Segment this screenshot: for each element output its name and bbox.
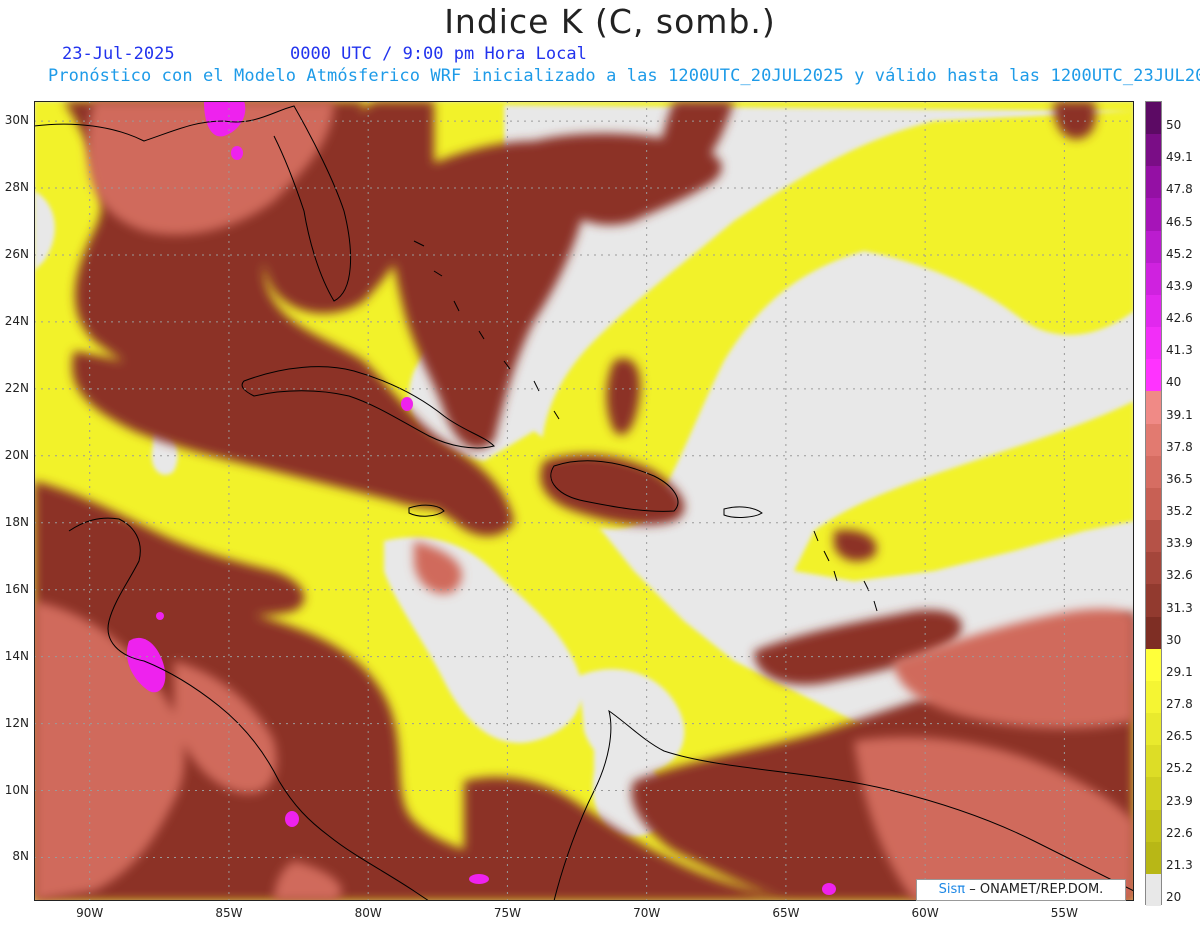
colorbar-label: 27.8 xyxy=(1166,697,1193,712)
longitude-label: 80W xyxy=(354,906,382,920)
colorbar-segment xyxy=(1146,584,1161,618)
colorbar-label: 47.8 xyxy=(1166,182,1193,197)
colorbar-label: 41.3 xyxy=(1166,343,1193,358)
colorbar-label: 45.2 xyxy=(1166,246,1193,261)
colorbar-label: 23.9 xyxy=(1166,793,1193,808)
colorbar-segment xyxy=(1146,680,1161,714)
colorbar xyxy=(1145,101,1162,907)
colorbar-label: 40 xyxy=(1166,375,1182,390)
colorbar-label: 39.1 xyxy=(1166,407,1193,422)
colorbar-label: 33.9 xyxy=(1166,536,1193,551)
longitude-label: 60W xyxy=(911,906,939,920)
chart-title: Indice K (C, somb.) xyxy=(444,2,776,41)
latitude-label: 10N xyxy=(4,782,29,797)
colorbar-segment xyxy=(1146,809,1161,843)
colorbar-label: 26.5 xyxy=(1166,729,1193,744)
colorbar-segment xyxy=(1146,423,1161,457)
forecast-date: 23-Jul-2025 xyxy=(62,44,175,64)
colorbar-segment xyxy=(1146,873,1161,907)
colorbar-segment xyxy=(1146,134,1161,167)
colorbar-segment xyxy=(1146,552,1161,585)
latitude-label: 14N xyxy=(4,648,29,663)
colorbar-label: 42.6 xyxy=(1166,311,1193,326)
colorbar-label: 46.5 xyxy=(1166,214,1193,229)
latitude-label: 26N xyxy=(4,246,29,261)
longitude-label: 70W xyxy=(633,906,661,920)
colorbar-segment xyxy=(1146,520,1161,553)
colorbar-segment xyxy=(1146,745,1161,778)
colorbar-label: 50 xyxy=(1166,118,1182,133)
colorbar-segment xyxy=(1146,455,1161,489)
colorbar-segment xyxy=(1146,616,1161,650)
longitude-label: 55W xyxy=(1050,906,1078,920)
colorbar-label: 29.1 xyxy=(1166,664,1193,679)
latitude-label: 16N xyxy=(4,581,29,596)
colorbar-segment xyxy=(1146,262,1161,296)
colorbar-label: 49.1 xyxy=(1166,150,1193,165)
colorbar-segment xyxy=(1146,166,1161,199)
longitude-label: 65W xyxy=(772,906,800,920)
colorbar-label: 22.6 xyxy=(1166,825,1193,840)
longitude-label: 75W xyxy=(493,906,521,920)
latitude-label: 12N xyxy=(4,715,29,730)
credit-text: – ONAMET/REP.DOM. xyxy=(969,882,1104,897)
colorbar-label: 20 xyxy=(1166,890,1182,904)
colorbar-segment xyxy=(1146,198,1161,232)
forecast-time: 0000 UTC / 9:00 pm Hora Local xyxy=(290,44,587,64)
colorbar-segment xyxy=(1146,777,1161,811)
colorbar-label: 31.3 xyxy=(1166,600,1193,615)
model-description: Pronóstico con el Modelo Atmósferico WRF… xyxy=(48,66,1200,86)
colorbar-label: 21.3 xyxy=(1166,857,1193,872)
colorbar-segment xyxy=(1146,648,1161,682)
colorbar-segment xyxy=(1146,230,1161,264)
colorbar-label: 32.6 xyxy=(1166,568,1193,583)
colorbar-label: 25.2 xyxy=(1166,761,1193,776)
latitude-label: 30N xyxy=(4,113,29,128)
latitude-label: 8N xyxy=(12,849,29,864)
latitude-label: 18N xyxy=(4,514,29,529)
sispi-logo: Sisπ xyxy=(938,882,966,897)
k-index-map xyxy=(34,101,1134,901)
colorbar-segment xyxy=(1146,841,1161,875)
colorbar-segment xyxy=(1146,294,1161,328)
colorbar-segment xyxy=(1146,487,1161,521)
colorbar-label: 43.9 xyxy=(1166,278,1193,293)
latitude-label: 24N xyxy=(4,313,29,328)
colorbar-segment xyxy=(1146,713,1161,746)
colorbar-segment xyxy=(1146,102,1161,135)
latitude-label: 22N xyxy=(4,380,29,395)
colorbar-segment xyxy=(1146,391,1161,425)
longitude-label: 90W xyxy=(76,906,104,920)
colorbar-segment xyxy=(1146,327,1161,360)
credit-box: Sisπ – ONAMET/REP.DOM. xyxy=(916,879,1126,901)
colorbar-label: 37.8 xyxy=(1166,439,1193,454)
longitude-label: 85W xyxy=(215,906,243,920)
latitude-label: 28N xyxy=(4,180,29,195)
colorbar-segment xyxy=(1146,359,1161,392)
colorbar-label: 36.5 xyxy=(1166,471,1193,486)
latitude-label: 20N xyxy=(4,447,29,462)
colorbar-label: 30 xyxy=(1166,632,1182,647)
colorbar-label: 35.2 xyxy=(1166,504,1193,519)
